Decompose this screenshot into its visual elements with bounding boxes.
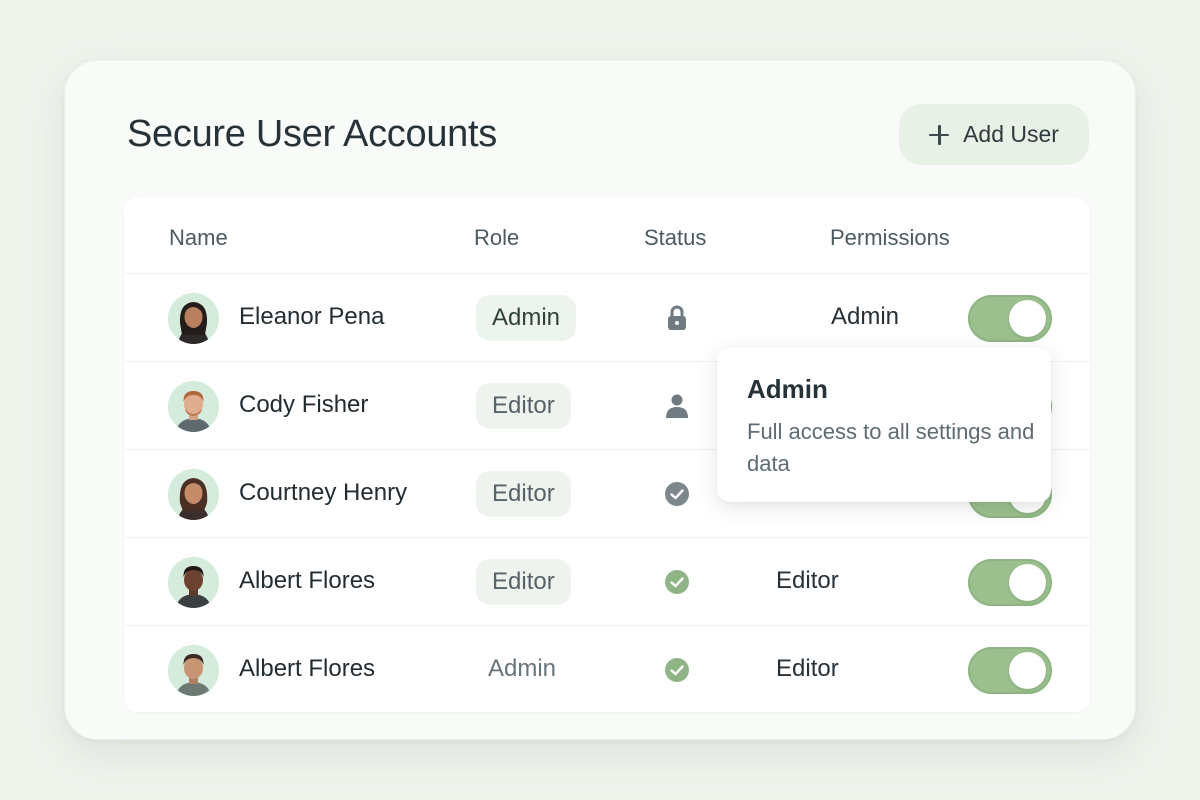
- user-name: Cody Fisher: [239, 391, 369, 418]
- plus-icon: [929, 124, 950, 145]
- column-header-permissions[interactable]: Permissions: [830, 225, 950, 251]
- permission-label: Editor: [776, 567, 839, 594]
- avatar: [168, 557, 219, 608]
- table-row[interactable]: Albert Flores Admin Editor: [124, 625, 1090, 713]
- column-header-role[interactable]: Role: [474, 225, 519, 251]
- column-header-status[interactable]: Status: [644, 225, 706, 251]
- toggle-knob: [1009, 564, 1046, 601]
- permission-label: Admin: [831, 303, 900, 330]
- role-badge: Editor: [476, 471, 571, 517]
- user-name: Courtney Henry: [239, 479, 408, 506]
- add-user-label: Add User: [963, 121, 1059, 147]
- check-circle-icon: [664, 480, 690, 508]
- page-title: Secure User Accounts: [127, 113, 497, 155]
- user-icon: [664, 392, 690, 420]
- role-tooltip: Admin Full access to all settings and da…: [717, 348, 1051, 502]
- toggle-knob: [1009, 300, 1046, 337]
- user-name: Albert Flores: [239, 655, 376, 682]
- avatar: [168, 645, 219, 696]
- column-header-name[interactable]: Name: [169, 225, 228, 251]
- role-badge: Editor: [476, 383, 571, 429]
- permission-label: Editor: [776, 655, 839, 682]
- user-name: Eleanor Pena: [239, 303, 385, 330]
- permission-toggle[interactable]: [968, 559, 1052, 606]
- lock-icon: [664, 304, 690, 332]
- tooltip-title: Admin: [747, 374, 828, 404]
- role-label: Admin: [488, 655, 557, 682]
- avatar: [168, 469, 219, 520]
- user-name: Albert Flores: [239, 567, 376, 594]
- tooltip-body: Full access to all settings and data: [747, 419, 1035, 476]
- avatar: [168, 293, 219, 344]
- check-circle-icon: [664, 568, 690, 596]
- check-circle-icon: [664, 656, 690, 684]
- permission-toggle[interactable]: [968, 295, 1052, 342]
- role-badge: Editor: [476, 559, 571, 605]
- toggle-knob: [1009, 652, 1046, 689]
- table-row[interactable]: Albert Flores Editor Editor: [124, 537, 1090, 625]
- permission-toggle[interactable]: [968, 647, 1052, 694]
- add-user-button[interactable]: Add User: [899, 104, 1089, 165]
- role-badge: Admin: [476, 295, 577, 341]
- avatar: [168, 381, 219, 432]
